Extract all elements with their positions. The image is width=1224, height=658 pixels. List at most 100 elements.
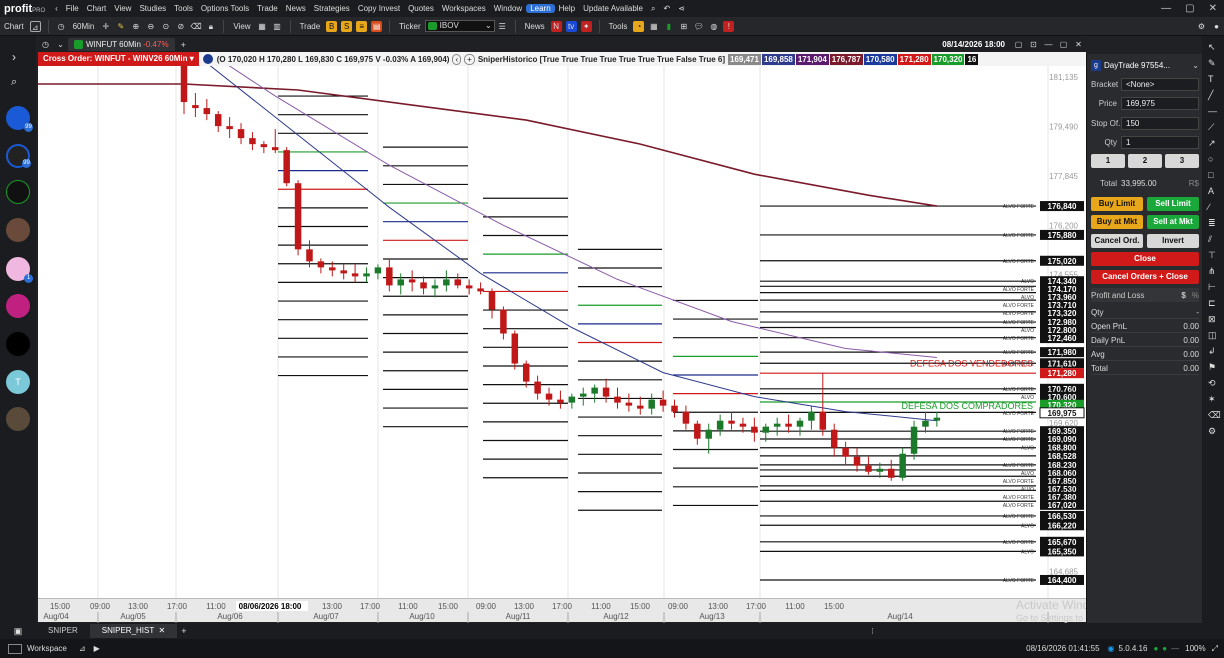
- buy-market-button[interactable]: Buy at Mkt: [1091, 215, 1143, 229]
- chart-settings-icon[interactable]: ▢: [1013, 39, 1024, 50]
- qty-preset-3[interactable]: 3: [1165, 154, 1199, 168]
- back-arrow-icon[interactable]: ‹: [51, 4, 62, 13]
- arrow-up-icon[interactable]: ↗: [1208, 138, 1216, 149]
- minimize-button[interactable]: —: [1154, 3, 1178, 14]
- search-icon[interactable]: ⌕: [647, 4, 659, 14]
- buy-shortcut-icon[interactable]: B: [326, 20, 338, 32]
- close-window-button[interactable]: ✕: [1202, 3, 1224, 14]
- chart-min-icon[interactable]: —: [1043, 39, 1054, 50]
- invert-button[interactable]: Invert: [1147, 234, 1199, 248]
- clock-icon[interactable]: ◷: [56, 21, 67, 32]
- avatar-channel-8[interactable]: T: [6, 370, 30, 394]
- qty-input[interactable]: 1: [1121, 135, 1199, 149]
- time-axis[interactable]: 15:00 09:00 13:00 17:00 11:00 08/06/2026 18:0…: [38, 598, 1086, 623]
- settings-icon[interactable]: ⚙: [1196, 21, 1207, 32]
- list-icon[interactable]: ☰: [497, 21, 508, 32]
- dropdown-icon[interactable]: ⌄: [55, 39, 66, 50]
- chat-icon[interactable]: 💬︎: [693, 21, 704, 32]
- interval-select[interactable]: 60Min: [69, 22, 99, 31]
- horizontal-line-icon[interactable]: —: [1208, 106, 1217, 116]
- split-icon[interactable]: ▥: [272, 21, 283, 32]
- expand-sidebar-icon[interactable]: ›: [12, 50, 16, 64]
- menu-item-options-tools[interactable]: Options Tools: [197, 4, 253, 13]
- drag-handle-icon[interactable]: ⁝: [871, 626, 874, 637]
- cursor-icon[interactable]: ↖: [1208, 42, 1216, 53]
- menu-item-quotes[interactable]: Quotes: [404, 4, 438, 13]
- zoom-level[interactable]: 100%: [1185, 644, 1205, 653]
- sell-limit-button[interactable]: Sell Limit: [1147, 197, 1199, 211]
- gear-tool-icon[interactable]: ⚙: [1208, 426, 1216, 437]
- chart-mini-icon[interactable]: ⊿: [79, 644, 86, 653]
- avatar-channel-3[interactable]: [6, 180, 30, 204]
- maximize-button[interactable]: ▢: [1178, 3, 1201, 14]
- menu-item-chart[interactable]: Chart: [83, 4, 111, 13]
- menu-item-trade[interactable]: Trade: [253, 4, 282, 13]
- ticker-input[interactable]: IBOV ⌄: [424, 20, 495, 32]
- minus-zoom-icon[interactable]: —: [1171, 644, 1179, 653]
- cancel-and-close-button[interactable]: Cancel Orders + Close: [1091, 270, 1199, 284]
- price-chart[interactable]: DEFESA DOS VENDEDORES DEFESA DOS COMPRADO…: [0, 35, 1086, 610]
- pencil-tool-icon[interactable]: ✎: [1208, 58, 1216, 69]
- menu-item-tools[interactable]: Tools: [170, 4, 197, 13]
- zoom-fit-icon[interactable]: ⊙: [160, 21, 171, 32]
- bracket-tool-icon[interactable]: ⊏: [1208, 298, 1216, 309]
- qty-preset-1[interactable]: 1: [1091, 154, 1125, 168]
- collapse-indicator-icon[interactable]: ‹: [452, 53, 462, 65]
- cross-order-badge[interactable]: Cross Order: WINFUT - WINV26 60Min ▾: [38, 52, 199, 66]
- user-icon[interactable]: ●: [1211, 21, 1222, 32]
- sell-market-button[interactable]: Sell at Mkt: [1147, 215, 1199, 229]
- chart-pin-icon[interactable]: ⊡: [1028, 39, 1039, 50]
- account-selector[interactable]: g DayTrade 97554... ⌄: [1091, 58, 1199, 72]
- news-icon[interactable]: N: [550, 20, 562, 32]
- menu-item-news[interactable]: News: [282, 4, 310, 13]
- avatar-channel-6[interactable]: [6, 294, 30, 318]
- avatar-channel-9[interactable]: [6, 407, 30, 431]
- avatar-channel-7[interactable]: [6, 332, 30, 356]
- lock-icon[interactable]: 🔒︎: [205, 21, 216, 32]
- ray-icon[interactable]: ⟋: [1208, 122, 1214, 133]
- path-icon[interactable]: ↲: [1208, 346, 1216, 357]
- menu-item-studies[interactable]: Studies: [135, 4, 170, 13]
- tv-icon[interactable]: tv: [565, 20, 577, 32]
- workspace-label[interactable]: Workspace: [27, 644, 67, 653]
- measure-icon[interactable]: ⊢: [1208, 282, 1216, 293]
- add-tab-button[interactable]: +: [175, 40, 192, 50]
- avatar-channel-2[interactable]: 99: [6, 144, 31, 168]
- avatar-channel-4[interactable]: [6, 218, 30, 242]
- undo-icon[interactable]: ↶: [660, 4, 675, 13]
- layout-icon[interactable]: ▦: [257, 21, 268, 32]
- avatar-channel-5[interactable]: 1: [6, 257, 33, 283]
- square-tool-icon[interactable]: □: [1208, 170, 1213, 180]
- price-input[interactable]: 169,975: [1121, 96, 1199, 110]
- menu-item-update-available[interactable]: Update Available: [579, 4, 647, 13]
- share-icon[interactable]: ⋖: [674, 4, 689, 13]
- t-tool-icon[interactable]: ⊤: [1208, 250, 1216, 261]
- chart-close-icon[interactable]: ✕: [1073, 39, 1084, 50]
- star-news-icon[interactable]: ✦: [580, 20, 592, 32]
- menu-item-copy-invest[interactable]: Copy Invest: [354, 4, 404, 13]
- bracket-select[interactable]: <None>: [1121, 77, 1199, 91]
- text-tool-icon[interactable]: T: [1208, 74, 1214, 84]
- bar-chart-icon[interactable]: ▮: [663, 21, 674, 32]
- panel-toggle-icon[interactable]: ▣: [0, 626, 36, 637]
- menu-item-workspaces[interactable]: Workspaces: [438, 4, 490, 13]
- currency-toggle-icon[interactable]: $: [1181, 291, 1185, 300]
- account-dropdown-icon[interactable]: ⌄: [1192, 61, 1199, 70]
- trend-line-icon[interactable]: ╱: [1208, 90, 1213, 101]
- tab-sniper[interactable]: SNIPER: [36, 624, 90, 638]
- chart-svg[interactable]: DEFESA DOS VENDEDORESDEFESA DOS COMPRADO…: [0, 35, 1086, 598]
- globe-icon[interactable]: ◍: [708, 21, 719, 32]
- boleta-icon[interactable]: ▤: [371, 20, 383, 32]
- fib-icon[interactable]: ≣: [1208, 218, 1216, 229]
- crosshair-icon[interactable]: ✛: [100, 21, 111, 32]
- chart-max-icon[interactable]: ▢: [1058, 39, 1069, 50]
- letter-a-icon[interactable]: A: [1208, 186, 1214, 196]
- menu-item-strategies[interactable]: Strategies: [310, 4, 354, 13]
- menu-item-learn[interactable]: Learn: [526, 4, 555, 13]
- channel-icon[interactable]: ⫽: [1208, 234, 1212, 245]
- fullscreen-icon[interactable]: ⤢: [1212, 644, 1218, 654]
- cancel-orders-button[interactable]: Cancel Ord.: [1091, 234, 1143, 248]
- grid-tool-icon[interactable]: ⊞: [678, 21, 689, 32]
- menu-item-view[interactable]: View: [110, 4, 135, 13]
- percent-toggle-icon[interactable]: %: [1192, 291, 1199, 300]
